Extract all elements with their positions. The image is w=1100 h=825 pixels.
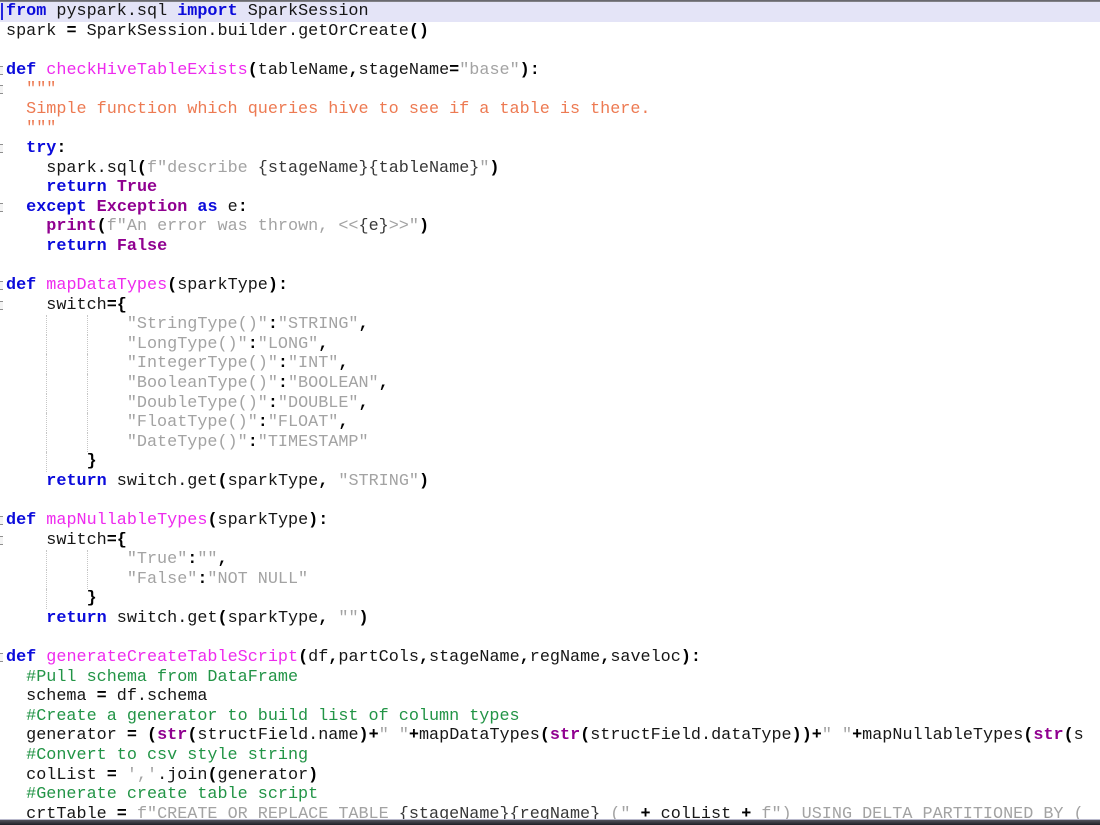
code-text: def mapDataTypes(sparkType): xyxy=(6,276,289,296)
fold-marker-icon[interactable] xyxy=(0,281,3,291)
code-line[interactable]: switch={ xyxy=(0,531,1100,551)
code-line[interactable]: "DoubleType()":"DOUBLE", xyxy=(0,393,1100,414)
code-text: "True":"", xyxy=(6,550,228,570)
code-line[interactable] xyxy=(0,629,1100,649)
code-line[interactable] xyxy=(0,41,1100,61)
code-text: switch={ xyxy=(6,530,127,550)
code-line[interactable]: def mapDataTypes(sparkType): xyxy=(0,276,1100,296)
code-line[interactable]: def mapNullableTypes(sparkType): xyxy=(0,511,1100,531)
code-line[interactable]: "DateType()":"TIMESTAMP" xyxy=(0,432,1100,453)
code-text: colList = ','.join(generator) xyxy=(6,765,319,785)
code-line[interactable]: schema = df.schema xyxy=(0,687,1100,707)
code-line[interactable]: return True xyxy=(0,178,1100,198)
code-line[interactable]: def generateCreateTableScript(df,partCol… xyxy=(0,648,1100,668)
code-line[interactable]: """ xyxy=(0,80,1100,100)
code-text: spark.sql(f"describe {stageName}{tableNa… xyxy=(6,158,500,178)
code-text: generator = (str(structField.name)+" "+m… xyxy=(6,726,1084,746)
code-text: """ xyxy=(6,119,57,139)
code-line[interactable]: Simple function which queries hive to se… xyxy=(0,100,1100,120)
code-line[interactable]: } xyxy=(0,452,1100,472)
code-line[interactable]: #Pull schema from DataFrame xyxy=(0,668,1100,688)
code-line[interactable]: #Generate create table script xyxy=(0,785,1100,805)
code-line[interactable]: "LongType()":"LONG", xyxy=(0,334,1100,355)
code-text: "LongType()":"LONG", xyxy=(6,334,329,354)
code-text: "BooleanType()":"BOOLEAN", xyxy=(6,373,389,393)
code-line[interactable]: try: xyxy=(0,139,1100,159)
code-line[interactable] xyxy=(0,257,1100,277)
fold-marker-icon[interactable] xyxy=(0,300,3,310)
code-line[interactable]: "FloatType()":"FLOAT", xyxy=(0,413,1100,433)
code-line[interactable]: "BooleanType()":"BOOLEAN", xyxy=(0,373,1100,394)
code-text: } xyxy=(86,452,97,472)
fold-marker-icon[interactable] xyxy=(0,144,3,154)
fold-marker-icon[interactable] xyxy=(0,535,3,545)
code-line[interactable] xyxy=(0,491,1100,511)
code-line[interactable]: from pyspark.sql import SparkSession xyxy=(0,2,1100,22)
code-line[interactable]: "False":"NOT NULL" xyxy=(0,569,1100,590)
code-text: #Pull schema from DataFrame xyxy=(6,667,299,687)
code-text: "IntegerType()":"INT", xyxy=(6,354,349,374)
code-line[interactable]: return switch.get(sparkType, "") xyxy=(0,609,1100,629)
code-line[interactable]: "StringType()":"STRING", xyxy=(0,315,1100,335)
code-line[interactable]: "IntegerType()":"INT", xyxy=(0,354,1100,374)
fold-marker-icon[interactable] xyxy=(0,653,3,663)
code-line[interactable]: "True":"", xyxy=(0,550,1100,570)
code-text: "StringType()":"STRING", xyxy=(6,315,369,335)
code-text: #Convert to csv style string xyxy=(6,745,309,765)
code-line[interactable]: spark.sql(f"describe {stageName}{tableNa… xyxy=(0,159,1100,179)
code-line[interactable]: print(f"An error was thrown, <<{e}>>") xyxy=(0,217,1100,237)
code-line[interactable]: def checkHiveTableExists(tableName,stage… xyxy=(0,61,1100,81)
fold-marker-icon[interactable] xyxy=(0,85,3,95)
code-line[interactable]: switch={ xyxy=(0,296,1100,316)
code-text: "DoubleType()":"DOUBLE", xyxy=(6,393,369,413)
code-line[interactable]: return False xyxy=(0,237,1100,257)
code-line[interactable]: generator = (str(structField.name)+" "+m… xyxy=(0,726,1100,746)
code-text: "FloatType()":"FLOAT", xyxy=(6,413,349,433)
code-text: "DateType()":"TIMESTAMP" xyxy=(6,432,369,452)
code-text: try: xyxy=(26,139,67,159)
code-line[interactable]: colList = ','.join(generator) xyxy=(0,766,1100,786)
window-border-top xyxy=(0,0,1100,2)
fold-marker-icon[interactable] xyxy=(0,202,3,212)
code-text: return True xyxy=(46,178,158,198)
text-cursor xyxy=(1,3,3,20)
code-text: } xyxy=(86,589,97,609)
code-text: Simple function which queries hive to se… xyxy=(6,99,651,119)
code-text: "False":"NOT NULL" xyxy=(6,569,309,589)
code-text: def mapNullableTypes(sparkType): xyxy=(6,511,329,531)
fold-marker-icon[interactable] xyxy=(0,516,3,526)
code-text: return switch.get(sparkType, "STRING") xyxy=(46,471,430,491)
code-text: """ xyxy=(6,80,57,100)
code-text: return switch.get(sparkType, "") xyxy=(46,608,369,628)
code-line[interactable]: } xyxy=(0,589,1100,609)
code-text: #Generate create table script xyxy=(6,785,319,805)
code-line[interactable]: """ xyxy=(0,119,1100,139)
code-text: spark = SparkSession.builder.getOrCreate… xyxy=(6,21,429,41)
code-text: schema = df.schema xyxy=(6,687,208,707)
code-line[interactable]: except Exception as e: xyxy=(0,198,1100,218)
code-line[interactable]: #Convert to csv style string xyxy=(0,746,1100,766)
code-text: from pyspark.sql import SparkSession xyxy=(6,2,369,21)
code-text: print(f"An error was thrown, <<{e}>>") xyxy=(46,217,430,237)
code-text: except Exception as e: xyxy=(26,197,248,217)
code-text: switch={ xyxy=(6,295,127,315)
code-line[interactable]: return switch.get(sparkType, "STRING") xyxy=(0,472,1100,492)
code-editor[interactable]: from pyspark.sql import SparkSession spar… xyxy=(0,2,1100,825)
code-text: def generateCreateTableScript(df,partCol… xyxy=(6,648,701,668)
code-line[interactable]: spark = SparkSession.builder.getOrCreate… xyxy=(0,22,1100,42)
code-text: def checkHiveTableExists(tableName,stage… xyxy=(6,60,540,80)
code-text: #Create a generator to build list of col… xyxy=(6,706,520,726)
window-border-bottom xyxy=(0,819,1100,825)
code-line[interactable]: #Create a generator to build list of col… xyxy=(0,707,1100,727)
fold-marker-icon[interactable] xyxy=(0,65,3,75)
code-text: return False xyxy=(46,236,168,256)
